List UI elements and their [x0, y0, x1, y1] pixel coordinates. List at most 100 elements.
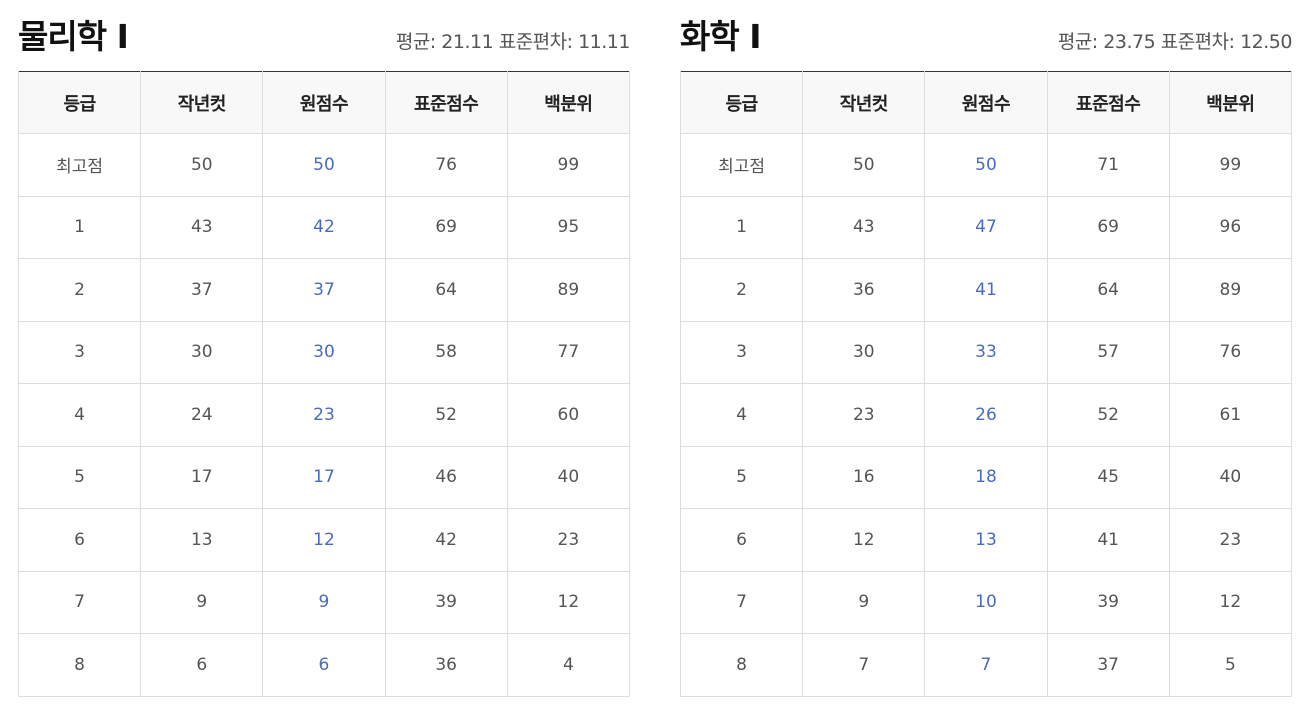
cell-percentile: 23	[506, 508, 631, 572]
score-stats: 평균: 23.75 표준편차: 12.50	[1058, 27, 1293, 54]
cell-raw-score: 6	[262, 633, 386, 697]
cell-grade: 5	[679, 445, 804, 509]
cell-last-year-cut: 43	[802, 195, 926, 259]
cell-standard-score: 46	[384, 445, 508, 509]
cell-percentile: 40	[1168, 445, 1293, 509]
cell-last-year-cut: 37	[140, 258, 264, 322]
cell-last-year-cut: 50	[140, 133, 264, 197]
subject-panel-chemistry: 화학 I 평균: 23.75 표준편차: 12.50 등급 작년컷 원점수 표준…	[679, 0, 1293, 697]
grade-cut-table: 등급 작년컷 원점수 표준점수 백분위 최고점 50 50 71 99 1 43 47 69 96…	[679, 71, 1293, 697]
cell-grade: 4	[17, 383, 142, 447]
cell-raw-score: 26	[924, 383, 1048, 447]
table-row: 3 30 30 58 77	[17, 320, 631, 384]
sd-value: 11.11	[578, 31, 630, 53]
cell-raw-score: 37	[262, 258, 386, 322]
cell-standard-score: 36	[384, 633, 508, 697]
table-row: 5 17 17 46 40	[17, 445, 631, 509]
subject-title: 화학 I	[680, 17, 761, 56]
cell-raw-score: 10	[924, 570, 1048, 634]
table-row: 3 30 33 57 76	[679, 320, 1293, 384]
table-row: 7 9 10 39 12	[679, 570, 1293, 634]
cell-grade: 최고점	[679, 133, 804, 197]
panel-header: 물리학 I 평균: 21.11 표준편차: 11.11	[18, 0, 630, 71]
cell-last-year-cut: 30	[140, 320, 264, 384]
cell-standard-score: 69	[384, 195, 508, 259]
cell-standard-score: 42	[384, 508, 508, 572]
table-row: 최고점 50 50 76 99	[17, 133, 631, 197]
table-row: 4 24 23 52 60	[17, 383, 631, 447]
table-row: 4 23 26 52 61	[679, 383, 1293, 447]
cell-percentile: 99	[1168, 133, 1293, 197]
sd-label: 표준편차:	[498, 31, 573, 53]
cell-grade: 5	[17, 445, 142, 509]
cell-percentile: 77	[506, 320, 631, 384]
cell-last-year-cut: 16	[802, 445, 926, 509]
cell-standard-score: 71	[1046, 133, 1170, 197]
cell-raw-score: 23	[262, 383, 386, 447]
cell-grade: 8	[679, 633, 804, 697]
cell-last-year-cut: 9	[140, 570, 264, 634]
cell-grade: 7	[679, 570, 804, 634]
cell-grade: 7	[17, 570, 142, 634]
col-header-standard-score: 표준점수	[384, 71, 508, 134]
cell-raw-score: 7	[924, 633, 1048, 697]
table-row: 최고점 50 50 71 99	[679, 133, 1293, 197]
cell-last-year-cut: 30	[802, 320, 926, 384]
cell-grade: 최고점	[17, 133, 142, 197]
cell-percentile: 61	[1168, 383, 1293, 447]
col-header-standard-score: 표준점수	[1046, 71, 1170, 134]
cell-grade: 4	[679, 383, 804, 447]
cell-grade: 1	[17, 195, 142, 259]
cell-raw-score: 17	[262, 445, 386, 509]
mean-value: 21.11	[441, 31, 494, 53]
col-header-grade: 등급	[679, 71, 804, 134]
cell-percentile: 96	[1168, 195, 1293, 259]
cell-raw-score: 42	[262, 195, 386, 259]
cell-last-year-cut: 50	[802, 133, 926, 197]
cell-raw-score: 12	[262, 508, 386, 572]
col-header-raw-score: 원점수	[262, 71, 386, 134]
cell-percentile: 12	[1168, 570, 1293, 634]
score-stats: 평균: 21.11 표준편차: 11.11	[396, 27, 631, 54]
cell-grade: 3	[679, 320, 804, 384]
table-row: 8 7 7 37 5	[679, 633, 1293, 697]
cell-last-year-cut: 12	[802, 508, 926, 572]
cell-percentile: 60	[506, 383, 631, 447]
cell-raw-score: 41	[924, 258, 1048, 322]
cell-raw-score: 13	[924, 508, 1048, 572]
cell-standard-score: 57	[1046, 320, 1170, 384]
cell-grade: 6	[17, 508, 142, 572]
cell-raw-score: 50	[924, 133, 1048, 197]
cell-grade: 1	[679, 195, 804, 259]
table-row: 7 9 9 39 12	[17, 570, 631, 634]
cell-last-year-cut: 23	[802, 383, 926, 447]
cell-standard-score: 58	[384, 320, 508, 384]
cell-last-year-cut: 17	[140, 445, 264, 509]
cell-standard-score: 41	[1046, 508, 1170, 572]
grade-cut-table: 등급 작년컷 원점수 표준점수 백분위 최고점 50 50 76 99 1 43 42 69 95…	[17, 71, 631, 697]
cell-percentile: 40	[506, 445, 631, 509]
sd-label: 표준편차:	[1160, 31, 1235, 53]
cell-last-year-cut: 7	[802, 633, 926, 697]
cell-last-year-cut: 43	[140, 195, 264, 259]
cell-percentile: 23	[1168, 508, 1293, 572]
cell-grade: 8	[17, 633, 142, 697]
cell-standard-score: 64	[384, 258, 508, 322]
cell-grade: 3	[17, 320, 142, 384]
table-row: 6 13 12 42 23	[17, 508, 631, 572]
sd-value: 12.50	[1240, 31, 1292, 53]
table-header-row: 등급 작년컷 원점수 표준점수 백분위	[679, 71, 1293, 134]
cell-raw-score: 30	[262, 320, 386, 384]
cell-raw-score: 18	[924, 445, 1048, 509]
cell-last-year-cut: 9	[802, 570, 926, 634]
cell-grade: 2	[17, 258, 142, 322]
cell-percentile: 99	[506, 133, 631, 197]
cell-last-year-cut: 36	[802, 258, 926, 322]
cell-standard-score: 76	[384, 133, 508, 197]
mean-value: 23.75	[1103, 31, 1156, 53]
col-header-grade: 등급	[17, 71, 142, 134]
cell-raw-score: 33	[924, 320, 1048, 384]
cell-standard-score: 52	[384, 383, 508, 447]
subject-panel-physics: 물리학 I 평균: 21.11 표준편차: 11.11 등급 작년컷 원점수 표…	[17, 0, 631, 697]
cell-last-year-cut: 6	[140, 633, 264, 697]
